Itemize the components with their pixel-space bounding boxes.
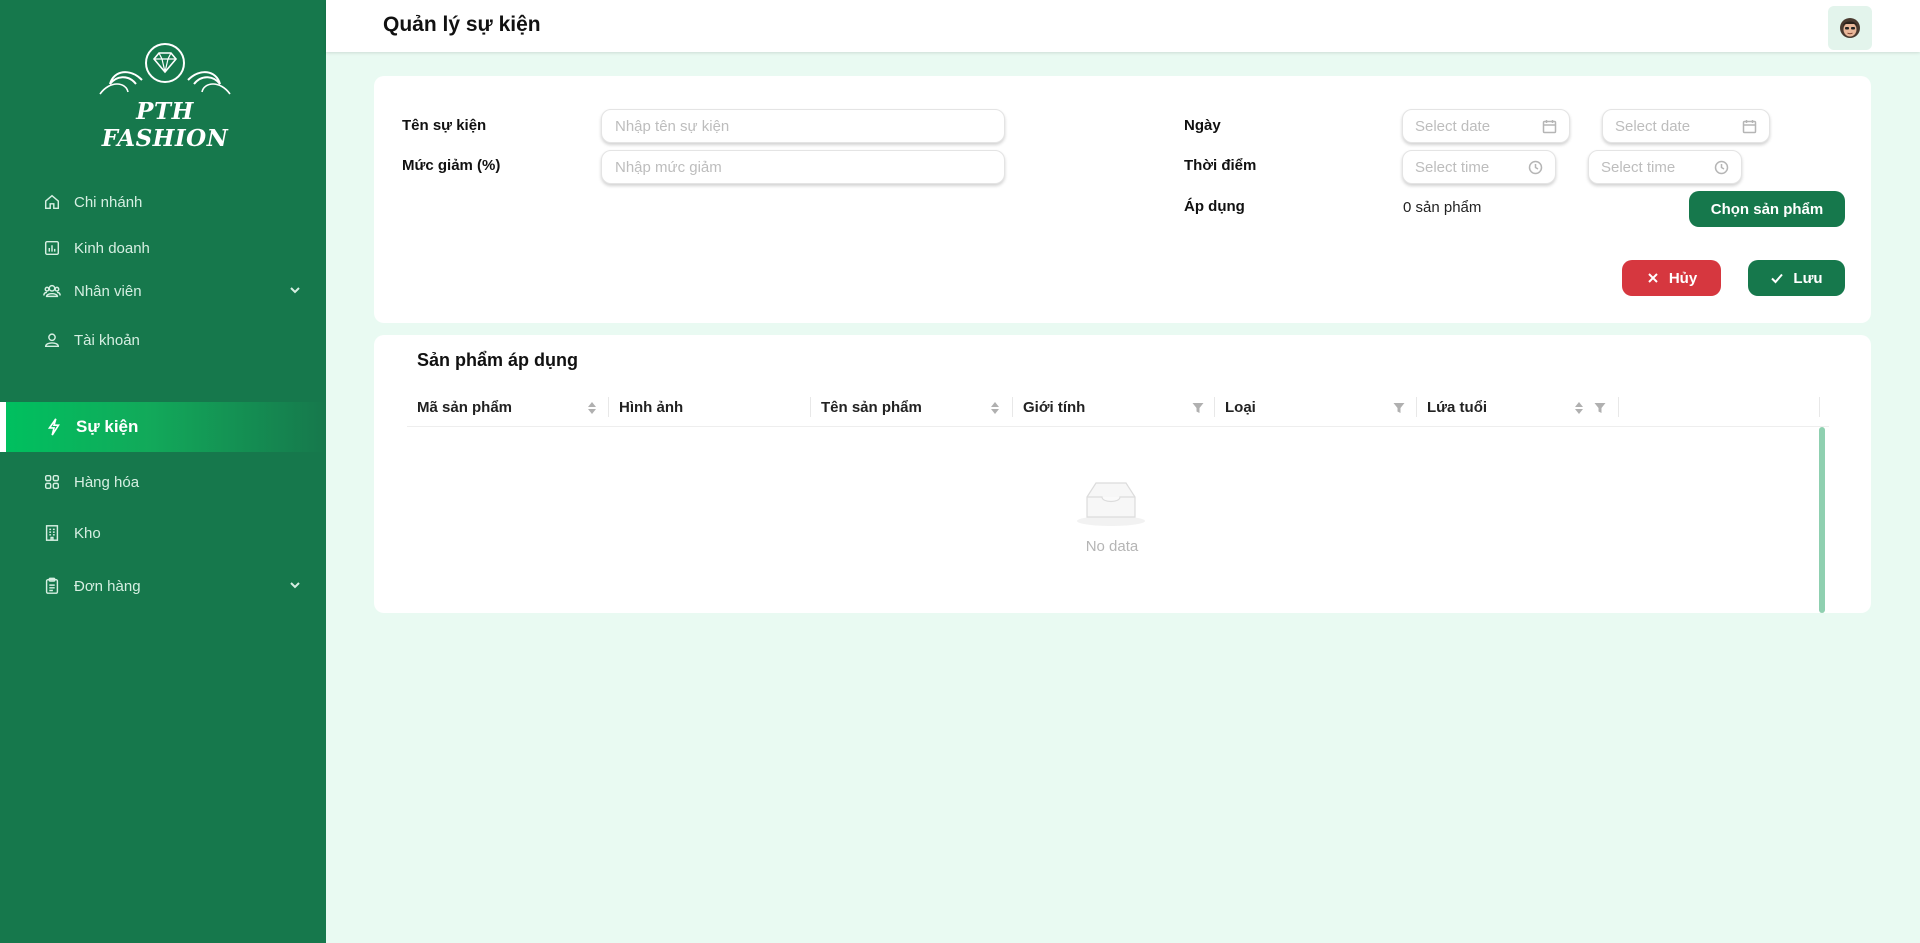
sidebar-item-hang-hoa[interactable]: Hàng hóa xyxy=(0,456,326,508)
calendar-icon xyxy=(1542,119,1557,134)
lightning-icon xyxy=(44,417,64,437)
sidebar-item-kho[interactable]: Kho xyxy=(0,507,326,559)
clock-icon xyxy=(1714,160,1729,175)
date-label: Ngày xyxy=(1184,117,1221,134)
sidebar-item-label: Kinh doanh xyxy=(74,239,150,257)
cancel-button[interactable]: Hủy xyxy=(1622,260,1721,296)
end-date-placeholder: Select date xyxy=(1615,117,1691,135)
brand-name: PTH FASHION xyxy=(101,98,229,152)
start-date-placeholder: Select date xyxy=(1415,117,1491,135)
column-label: Lứa tuổi xyxy=(1427,398,1488,416)
filter-icon[interactable] xyxy=(1594,401,1606,413)
sidebar-item-label: Nhân viên xyxy=(74,282,142,300)
discount-input[interactable] xyxy=(601,150,1005,184)
calendar-icon xyxy=(1742,119,1757,134)
chevron-down-icon[interactable] xyxy=(288,283,302,297)
event-name-label: Tên sự kiện xyxy=(402,117,487,134)
end-date-picker[interactable]: Select date xyxy=(1602,109,1770,143)
sort-icon[interactable] xyxy=(990,401,1000,415)
table-scrollbar[interactable] xyxy=(1819,427,1825,613)
discount-label: Mức giảm (%) xyxy=(402,157,501,174)
check-icon xyxy=(1770,271,1784,285)
column-image: Hình ảnh xyxy=(609,387,810,427)
choose-products-button[interactable]: Chọn sản phẩm xyxy=(1689,191,1845,227)
end-time-picker[interactable]: Select time xyxy=(1588,150,1742,184)
start-date-picker[interactable]: Select date xyxy=(1402,109,1570,143)
sidebar-item-label: Tài khoản xyxy=(74,331,140,349)
cancel-label: Hủy xyxy=(1668,269,1698,287)
empty-inbox-icon xyxy=(1074,477,1148,527)
sidebar-item-label: Hàng hóa xyxy=(74,473,140,491)
save-button[interactable]: Lưu xyxy=(1748,260,1845,296)
close-icon xyxy=(1646,271,1660,285)
column-age-group[interactable]: Lứa tuổi xyxy=(1417,387,1618,427)
grid-icon xyxy=(42,472,62,492)
start-time-placeholder: Select time xyxy=(1415,158,1490,176)
choose-products-label: Chọn sản phẩm xyxy=(1710,200,1824,218)
column-type[interactable]: Loại xyxy=(1215,387,1416,427)
empty-text: No data xyxy=(1085,538,1139,555)
applied-count: 0 sản phẩm xyxy=(1403,199,1482,216)
sidebar-item-nhan-vien[interactable]: Nhân viên xyxy=(0,265,326,317)
building-icon xyxy=(42,523,62,543)
brand-logo[interactable]: PTH FASHION xyxy=(70,40,260,152)
column-label: Giới tính xyxy=(1023,398,1086,416)
apply-label: Áp dụng xyxy=(1184,198,1245,215)
column-product-code[interactable]: Mã sản phẩm xyxy=(407,387,608,427)
page-title: Quản lý sự kiện xyxy=(383,13,541,36)
column-product-name[interactable]: Tên sản phẩm xyxy=(811,387,1012,427)
filter-icon[interactable] xyxy=(1393,401,1405,413)
sort-icon[interactable] xyxy=(587,401,597,415)
column-label: Mã sản phẩm xyxy=(417,398,513,416)
avatar[interactable] xyxy=(1828,6,1872,50)
sidebar-item-tai-khoan[interactable]: Tài khoản xyxy=(0,314,326,366)
bar-chart-icon xyxy=(42,238,62,258)
top-header: Quản lý sự kiện xyxy=(326,0,1920,52)
end-time-placeholder: Select time xyxy=(1601,158,1676,176)
sidebar-item-label: Kho xyxy=(74,524,101,542)
chevron-down-icon[interactable] xyxy=(288,578,302,592)
column-label: Tên sản phẩm xyxy=(821,398,922,416)
column-gender[interactable]: Giới tính xyxy=(1013,387,1214,427)
start-time-picker[interactable]: Select time xyxy=(1402,150,1556,184)
section-title: Sản phẩm áp dụng xyxy=(417,350,579,370)
column-label: Hình ảnh xyxy=(619,398,684,416)
column-label: Loại xyxy=(1225,398,1256,416)
sidebar-item-label: Sự kiện xyxy=(76,417,139,436)
sidebar-item-su-kien[interactable]: Sự kiện xyxy=(0,402,326,452)
event-name-input[interactable] xyxy=(601,109,1005,143)
diamond-logo-icon xyxy=(99,43,231,95)
sidebar-item-label: Chi nhánh xyxy=(74,193,143,211)
sidebar-item-chi-nhanh[interactable]: Chi nhánh xyxy=(0,176,326,228)
clipboard-icon xyxy=(42,576,62,596)
clock-icon xyxy=(1528,160,1543,175)
sort-icon[interactable] xyxy=(1574,401,1584,415)
user-avatar-icon xyxy=(1840,18,1860,38)
products-table-card: Sản phẩm áp dụng Mã sản phẩm Hình ảnh Tê… xyxy=(374,335,1871,613)
save-label: Lưu xyxy=(1793,269,1823,287)
sidebar-item-label: Đơn hàng xyxy=(74,577,141,595)
sidebar-item-don-hang[interactable]: Đơn hàng xyxy=(0,560,326,612)
filter-icon[interactable] xyxy=(1192,401,1204,413)
sidebar: PTH FASHION Chi nhánh Kinh doanh Nhân vi… xyxy=(0,0,326,943)
table-header: Mã sản phẩm Hình ảnh Tên sản phẩm Giới t… xyxy=(407,387,1829,427)
home-icon xyxy=(42,192,62,212)
event-form-card: Tên sự kiện Mức giảm (%) Ngày Select dat… xyxy=(374,76,1871,323)
user-account-icon xyxy=(42,330,62,350)
time-label: Thời điểm xyxy=(1184,157,1257,174)
team-icon xyxy=(42,281,62,301)
